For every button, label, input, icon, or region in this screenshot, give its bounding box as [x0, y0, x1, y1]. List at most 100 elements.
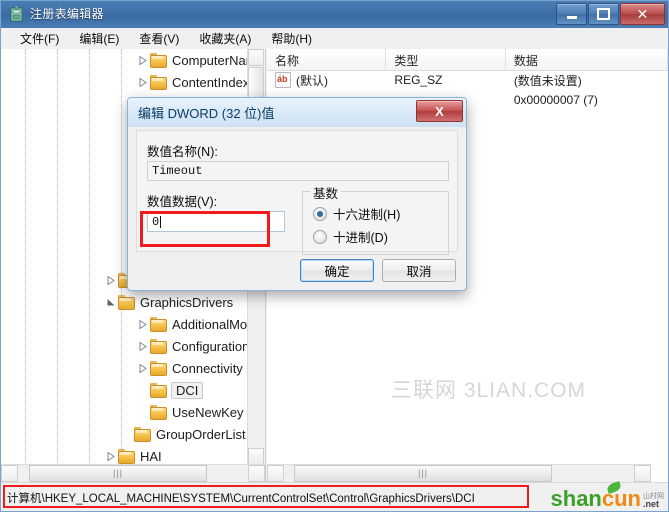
registry-editor-icon: [8, 5, 25, 23]
chevron-right-icon[interactable]: [137, 362, 149, 374]
radio-hex-icon: [313, 206, 327, 221]
cancel-button-label: 取消: [406, 265, 432, 279]
window-titlebar: 注册表编辑器 ✕: [1, 1, 668, 29]
folder-icon: [134, 427, 151, 442]
tree-hscroll-thumb[interactable]: |||: [29, 465, 207, 482]
value-name-cell: ab (默认): [267, 72, 386, 89]
radio-dec-icon: [313, 229, 327, 244]
value-name-label: 数值名称(N):: [147, 145, 218, 159]
tree-scroll-down-button[interactable]: [248, 448, 264, 465]
tree-item-connectivity[interactable]: Connectivity: [1, 357, 248, 379]
value-data-cell: 0x00000007 (7): [513, 93, 598, 107]
radix-dec-label: 十进制(D): [333, 231, 388, 245]
shancun-logo: shan cun 山村网 .net: [550, 481, 664, 511]
tree-item-label: ContentIndex: [172, 74, 248, 90]
list-hscroll-thumb[interactable]: |||: [294, 465, 552, 482]
chevron-right-icon[interactable]: [137, 76, 149, 88]
folder-icon: [150, 75, 167, 90]
tree-item-contentindex[interactable]: ContentIndex: [1, 71, 248, 93]
close-icon: X: [435, 103, 444, 119]
grip-icon: |||: [417, 468, 428, 478]
tree-item-graphicsdrivers[interactable]: GraphicsDrivers: [1, 291, 248, 313]
string-value-icon: ab: [275, 72, 291, 88]
folder-icon: [118, 449, 135, 464]
ok-button[interactable]: 确定: [300, 259, 374, 282]
column-header-1[interactable]: 类型: [386, 49, 506, 70]
dialog-titlebar: 编辑 DWORD (32 位)值 X: [128, 98, 466, 127]
tree-item-label: AdditionalMo: [172, 316, 248, 332]
tree-item-label: GroupOrderList: [156, 426, 246, 442]
tree-item-label: UseNewKey: [172, 404, 244, 420]
value-row[interactable]: ab (默认) REG_SZ (数值未设置): [267, 70, 668, 90]
maximize-button[interactable]: [588, 3, 619, 25]
folder-icon: [150, 317, 167, 332]
menu-bar: 文件(F) 编辑(E) 查看(V) 收藏夹(A) 帮助(H): [1, 28, 668, 50]
tree-scroll-right-button[interactable]: [248, 465, 265, 482]
tree-item-configuration[interactable]: Configuration: [1, 335, 248, 357]
tree-item-hai[interactable]: HAI: [1, 445, 248, 465]
column-header-2[interactable]: 数据: [506, 49, 668, 70]
logo-net-text: .net: [643, 499, 660, 509]
dialog-title: 编辑 DWORD (32 位)值: [138, 106, 275, 121]
chevron-right-icon[interactable]: [105, 450, 117, 462]
tree-item-label: GraphicsDrivers: [140, 294, 234, 310]
tree-item-computername[interactable]: ComputerName: [1, 49, 248, 71]
radix-option-hex[interactable]: 十六进制(H): [313, 204, 400, 223]
value-type-cell: REG_SZ: [394, 73, 443, 87]
radix-option-dec[interactable]: 十进制(D): [313, 227, 388, 246]
grip-icon: |||: [112, 468, 123, 478]
site-watermark: 三联网 3LIAN.COM: [391, 379, 587, 402]
tree-horizontal-scrollbar[interactable]: |||: [1, 464, 265, 483]
chevron-right-icon[interactable]: [137, 54, 149, 66]
value-data-highlight: [140, 211, 270, 247]
tree-item-additionalmo[interactable]: AdditionalMo: [1, 313, 248, 335]
chevron-down-icon[interactable]: [105, 296, 117, 308]
menu-help[interactable]: 帮助(H): [262, 28, 321, 49]
dialog-close-button[interactable]: X: [416, 100, 463, 122]
status-bar: 计算机\HKEY_LOCAL_MACHINE\SYSTEM\CurrentCon…: [1, 481, 668, 511]
tree-item-label: DCI: [171, 381, 204, 399]
dialog-body: 数值名称(N): Timeout 数值数据(V): 0 基数 十六进制(H) 十…: [136, 130, 458, 255]
tree-scroll-left-button[interactable]: [1, 465, 18, 482]
folder-icon: [150, 405, 167, 420]
maximize-icon: [597, 8, 610, 20]
tree-item-dci[interactable]: DCI: [1, 379, 248, 401]
close-icon: ✕: [636, 6, 649, 22]
window-controls: ✕: [556, 3, 665, 25]
value-name-text: Timeout: [152, 164, 203, 178]
cancel-button[interactable]: 取消: [382, 259, 456, 282]
menu-edit[interactable]: 编辑(E): [70, 28, 128, 49]
edit-dword-dialog: 编辑 DWORD (32 位)值 X 数值名称(N): Timeout 数值数据…: [127, 97, 467, 291]
values-column-header: 名称 类型 数据: [267, 49, 668, 71]
logo-part1: shan: [550, 486, 602, 511]
tree-item-label: Connectivity: [172, 360, 243, 376]
close-button[interactable]: ✕: [620, 3, 665, 25]
window-title: 注册表编辑器: [30, 7, 104, 21]
minimize-button[interactable]: [556, 3, 587, 25]
folder-icon: [150, 339, 167, 354]
folder-icon: [150, 383, 167, 398]
list-scroll-right-button[interactable]: [634, 465, 651, 482]
radix-groupbox: 基数 十六进制(H) 十进制(D): [302, 183, 449, 255]
value-data-cell: (数值未设置): [513, 73, 582, 88]
tree-item-grouporderlist[interactable]: GroupOrderList: [1, 423, 248, 445]
tree-item-usenewkey[interactable]: UseNewKey: [1, 401, 248, 423]
tree-item-label: ComputerName: [172, 52, 248, 68]
tree-scroll-up-button[interactable]: [248, 49, 264, 66]
value-data-label: 数值数据(V):: [147, 195, 218, 209]
folder-icon: [150, 53, 167, 68]
list-scroll-left-button[interactable]: [267, 465, 284, 482]
tree-item-label: Configuration: [172, 338, 248, 354]
chevron-right-icon[interactable]: [105, 274, 117, 286]
chevron-right-icon[interactable]: [137, 318, 149, 330]
registry-editor-window: 注册表编辑器 ✕ 文件(F) 编辑(E) 查看(V) 收藏夹(A) 帮助(H) …: [0, 0, 669, 512]
menu-favorites[interactable]: 收藏夹(A): [190, 28, 260, 49]
column-header-0[interactable]: 名称: [267, 49, 387, 70]
list-horizontal-scrollbar[interactable]: |||: [267, 464, 651, 483]
menu-view[interactable]: 查看(V): [130, 28, 188, 49]
chevron-right-icon[interactable]: [137, 340, 149, 352]
value-name-text: (默认): [296, 73, 328, 88]
menu-file[interactable]: 文件(F): [11, 28, 68, 49]
